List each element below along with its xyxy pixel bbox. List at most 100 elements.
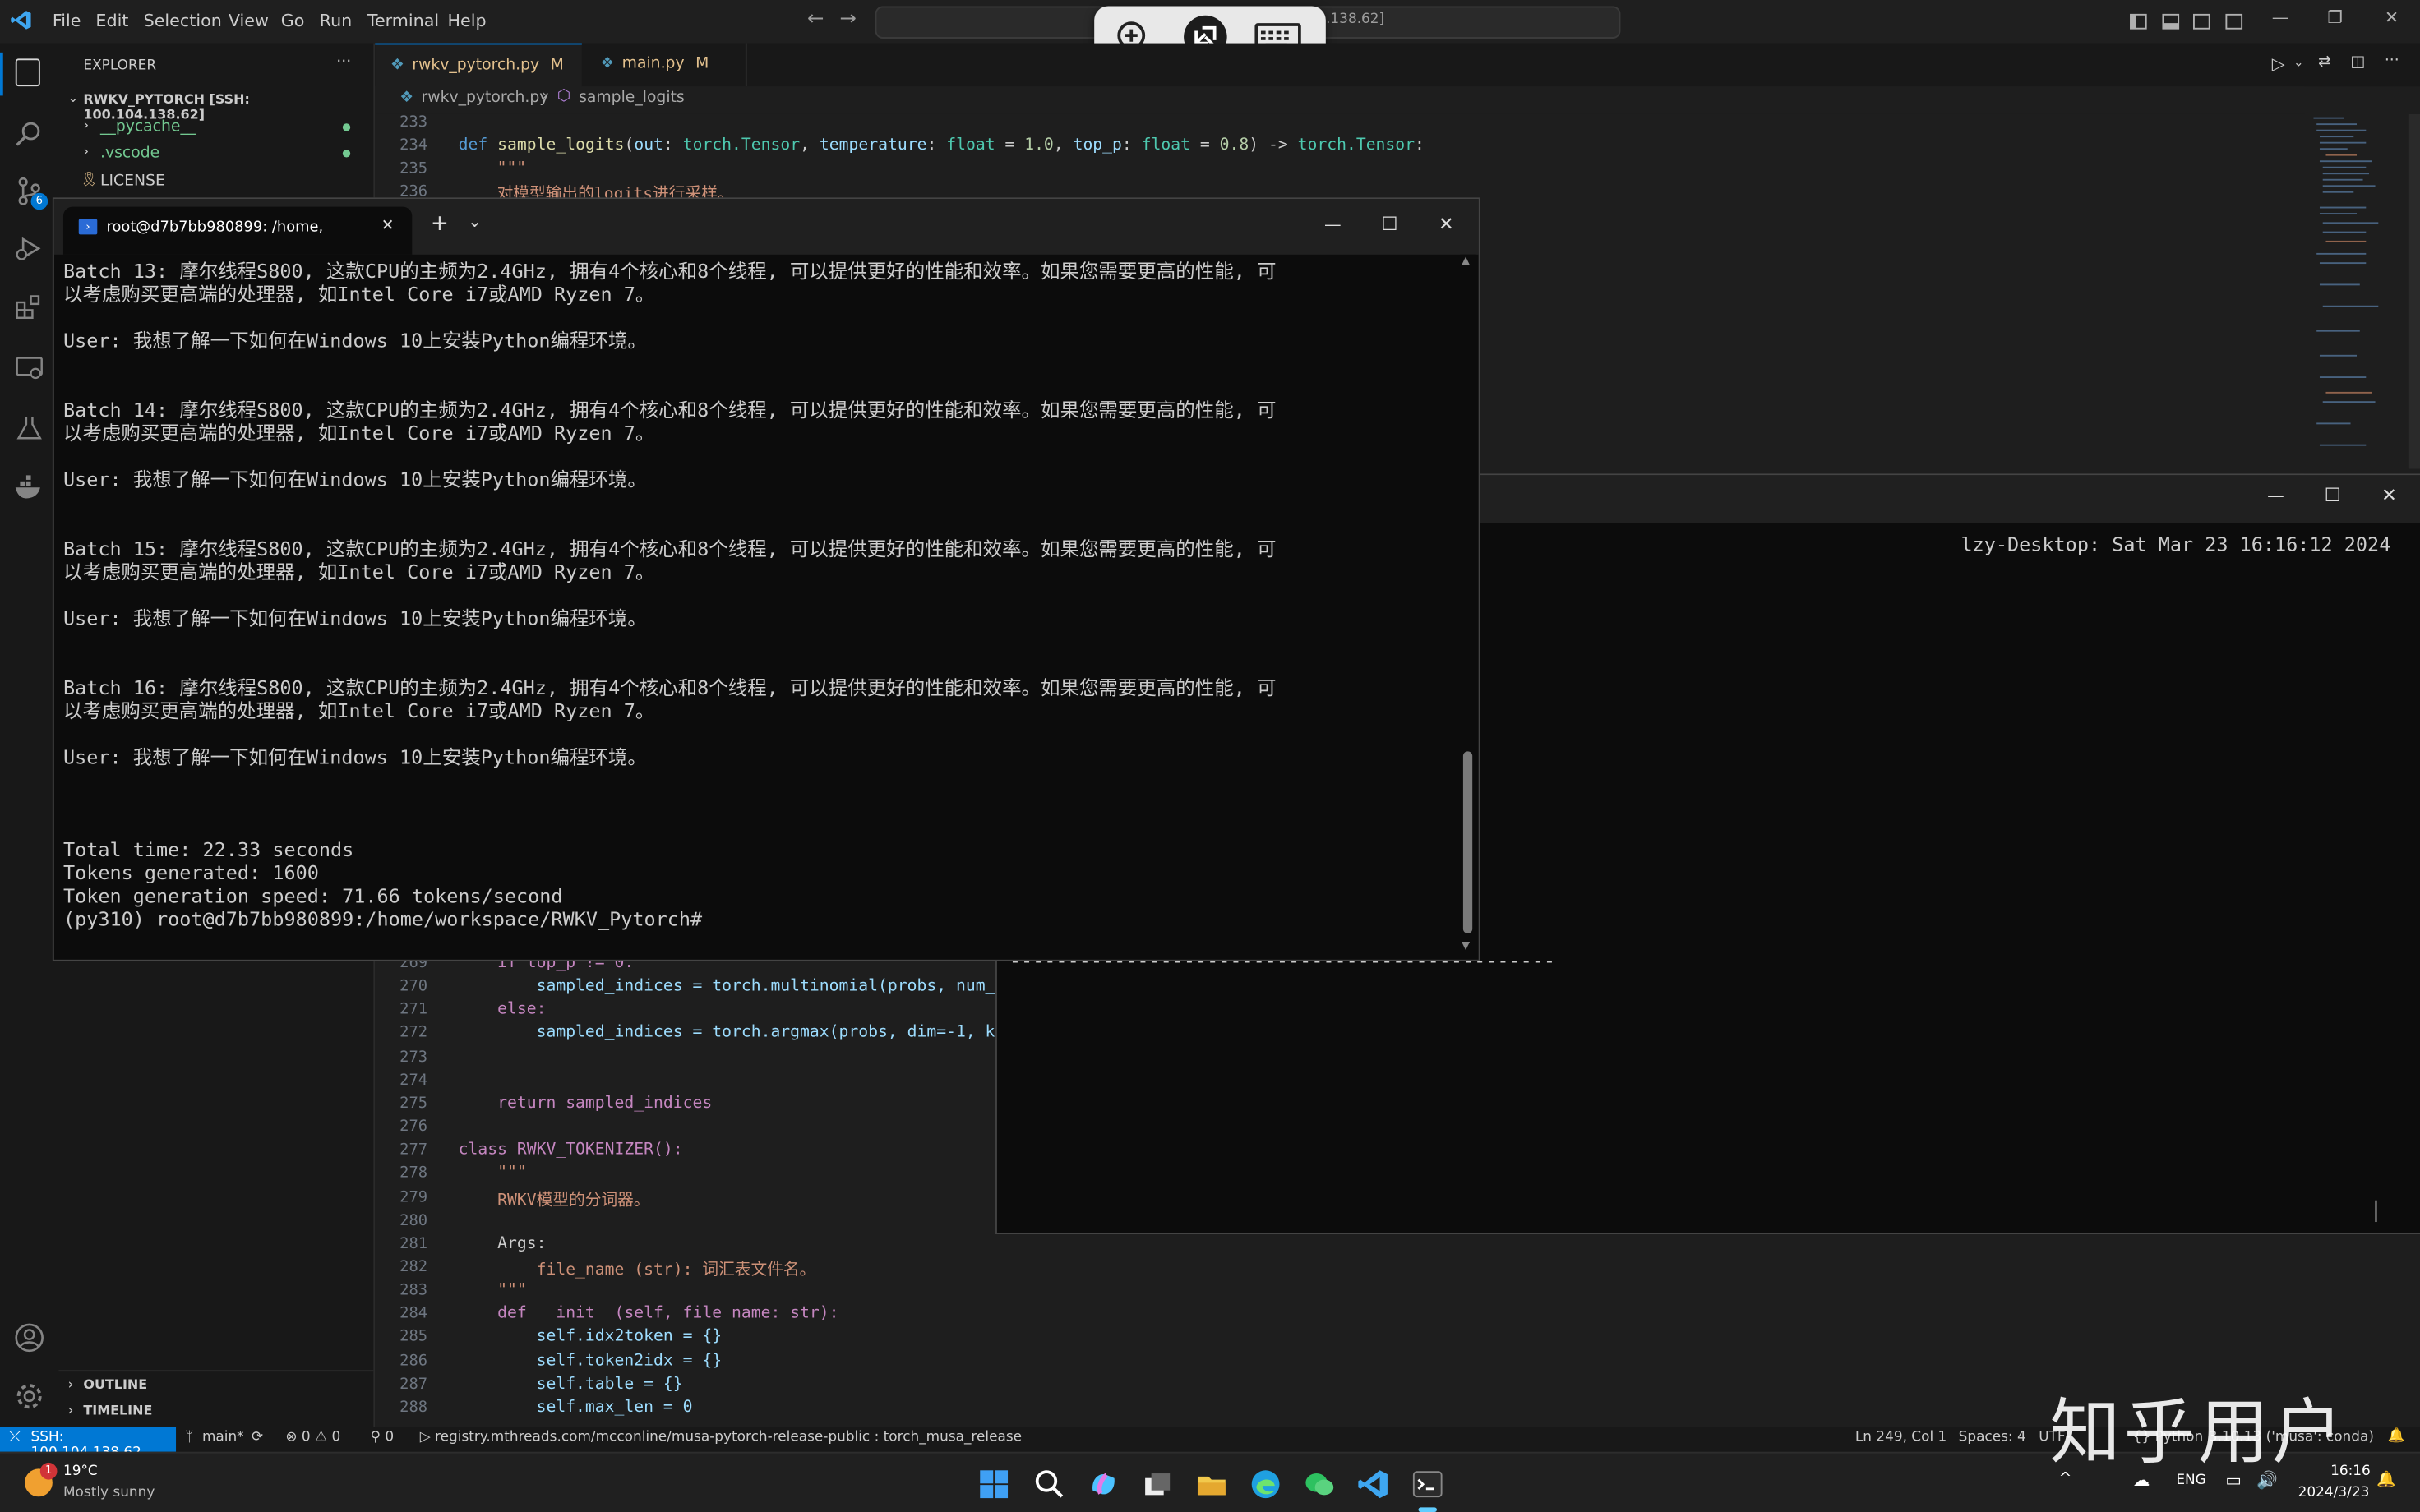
terminal-line: Batch 16: 摩尔线程S800, 这款CPU的主频为2.4GHz, 拥有4… (62, 675, 1277, 699)
weather-desc[interactable]: Mostly sunny (63, 1486, 155, 1501)
tab-close-icon[interactable]: ✕ (381, 218, 395, 235)
menu-selection[interactable]: Selection (144, 11, 222, 30)
maximize-icon[interactable]: ☐ (1381, 213, 1397, 234)
testing-icon[interactable] (16, 413, 44, 447)
notifications-bell-icon[interactable]: 🔔 (2376, 1472, 2395, 1489)
breadcrumb-symbol[interactable]: sample_logits (579, 90, 685, 107)
minimap[interactable] (2304, 113, 2420, 469)
account-icon[interactable] (14, 1322, 45, 1359)
customize-layout-icon[interactable] (2225, 13, 2243, 30)
notifications-icon[interactable]: 🔔 (2388, 1429, 2405, 1445)
more-actions-icon[interactable]: ··· (2385, 53, 2399, 70)
line-number: 233 (399, 113, 428, 131)
copilot-icon[interactable] (1088, 1468, 1120, 1500)
remote-explorer-icon[interactable] (16, 355, 44, 389)
tree-item-vscode[interactable]: .vscode (100, 145, 159, 162)
explorer-more-icon[interactable]: ··· (336, 54, 351, 71)
run-debug-icon[interactable] (16, 234, 44, 268)
code-token: temperature (819, 136, 927, 154)
chevron-right-icon[interactable]: › (83, 145, 89, 160)
run-file-icon[interactable]: ▷ (2272, 54, 2285, 74)
explorer-icon[interactable] (15, 58, 40, 87)
code-token: : (663, 136, 683, 154)
terminal-line: User: 我想了解一下如何在Windows 10上安装Python编程环境。 (62, 467, 647, 491)
git-branch[interactable]: main* (202, 1430, 244, 1445)
minimize-icon[interactable]: — (1324, 214, 1342, 234)
code-token: , (1053, 136, 1074, 154)
container-indicator[interactable]: ▷ registry.mthreads.com/mcconline/musa-p… (420, 1430, 1022, 1445)
remote-indicator[interactable]: ⤫ SSH: 100.104.138.62 (0, 1427, 177, 1461)
settings-gear-icon[interactable] (14, 1381, 45, 1418)
code-token: 1.0 (1024, 136, 1054, 154)
chevron-right-icon[interactable]: › (68, 1378, 74, 1394)
terminal-tab[interactable]: › root@d7b7bb980899: /home, ✕ (62, 206, 413, 255)
code-token: torch.Tensor (682, 136, 801, 154)
menu-view[interactable]: View (229, 11, 269, 30)
scrollbar[interactable]: ▲ ▼ (1460, 254, 1476, 957)
chevron-down-icon[interactable]: ⌄ (468, 211, 482, 231)
license-file-icon: 🎗 (80, 173, 99, 189)
breadcrumb-file[interactable]: rwkv_pytorch.py (422, 90, 549, 107)
code-token: : (926, 136, 947, 154)
wechat-icon[interactable] (1305, 1468, 1336, 1500)
terminal-taskbar-icon[interactable] (1412, 1468, 1443, 1500)
sync-icon[interactable]: ⟳ (252, 1430, 263, 1445)
menu-help[interactable]: Help (447, 11, 486, 30)
task-view-icon[interactable] (1142, 1468, 1173, 1500)
line-number: 271 (399, 1002, 428, 1019)
menu-file[interactable]: File (53, 11, 81, 30)
menu-run[interactable]: Run (320, 11, 353, 30)
window-restore-icon[interactable]: ❐ (2327, 7, 2343, 27)
forward-arrow-icon[interactable]: → (839, 7, 856, 30)
search-icon[interactable] (1034, 1468, 1065, 1500)
chevron-right-icon[interactable]: › (83, 119, 89, 135)
cursor-position[interactable]: Ln 249, Col 1 (1855, 1430, 1947, 1445)
clock-date[interactable]: 2024/3/23 (2298, 1486, 2370, 1501)
extensions-icon[interactable] (16, 293, 44, 327)
window-close-icon[interactable]: ✕ (2385, 7, 2399, 27)
line-number: 278 (399, 1165, 428, 1182)
chevron-down-icon[interactable]: ⌄ (2293, 56, 2304, 70)
edge-browser-icon[interactable] (1250, 1468, 1282, 1500)
windows-start-icon[interactable] (978, 1468, 1009, 1500)
timeline-section[interactable]: TIMELINE (83, 1404, 152, 1420)
toggle-secondary-sidebar-icon[interactable] (2193, 13, 2210, 30)
scrollbar-thumb[interactable] (1462, 751, 1473, 933)
search-icon[interactable] (16, 120, 44, 154)
split-editor-icon[interactable]: ◫ (2351, 54, 2366, 71)
new-tab-button[interactable]: + (431, 211, 449, 236)
docker-icon[interactable] (14, 475, 45, 506)
scroll-up-icon[interactable]: ▲ (1462, 255, 1470, 267)
scroll-down-icon[interactable]: ▼ (1462, 939, 1470, 952)
file-explorer-icon[interactable] (1196, 1468, 1227, 1500)
ports-indicator[interactable]: ⚲ 0 (371, 1430, 395, 1445)
vscode-taskbar-icon[interactable] (1358, 1468, 1389, 1500)
compare-changes-icon[interactable]: ⇄ (2318, 54, 2331, 71)
tab-modified-badge: M (550, 57, 564, 75)
minimize-icon[interactable]: — (2267, 486, 2284, 505)
maximize-icon[interactable]: ☐ (2325, 485, 2341, 506)
close-icon[interactable]: ✕ (2381, 485, 2397, 506)
ssh-terminal-window[interactable]: › root@d7b7bb980899: /home, ✕ + ⌄ — ☐ ✕ … (52, 197, 1480, 961)
chevron-right-icon[interactable]: › (68, 1404, 74, 1420)
indentation[interactable]: Spaces: 4 (1959, 1430, 2026, 1445)
menu-terminal[interactable]: Terminal (367, 11, 439, 30)
menu-edit[interactable]: Edit (95, 11, 128, 30)
close-icon[interactable]: ✕ (1439, 213, 1454, 234)
tab-main[interactable]: ❖ main.py M (585, 43, 747, 87)
tree-item-license[interactable]: LICENSE (100, 173, 165, 190)
chevron-down-icon[interactable]: ⌄ (68, 91, 79, 105)
tab-rwkv-pytorch[interactable]: ❖ rwkv_pytorch.py M ✕ (375, 43, 582, 118)
weather-temp[interactable]: 19°C (63, 1464, 98, 1480)
back-arrow-icon[interactable]: ← (807, 7, 824, 30)
code-line: """ (458, 1280, 527, 1300)
problems-indicator[interactable]: ⊗ 0 ⚠ 0 (285, 1430, 340, 1445)
toggle-sidebar-icon[interactable] (2130, 13, 2147, 30)
toggle-panel-icon[interactable] (2162, 13, 2180, 30)
line-number: 281 (399, 1235, 428, 1253)
menu-go[interactable]: Go (281, 11, 305, 30)
outline-section[interactable]: OUTLINE (83, 1378, 147, 1394)
window-minimize-icon[interactable]: — (2272, 7, 2289, 27)
tree-item-pycache[interactable]: __pycache__ (100, 119, 196, 136)
